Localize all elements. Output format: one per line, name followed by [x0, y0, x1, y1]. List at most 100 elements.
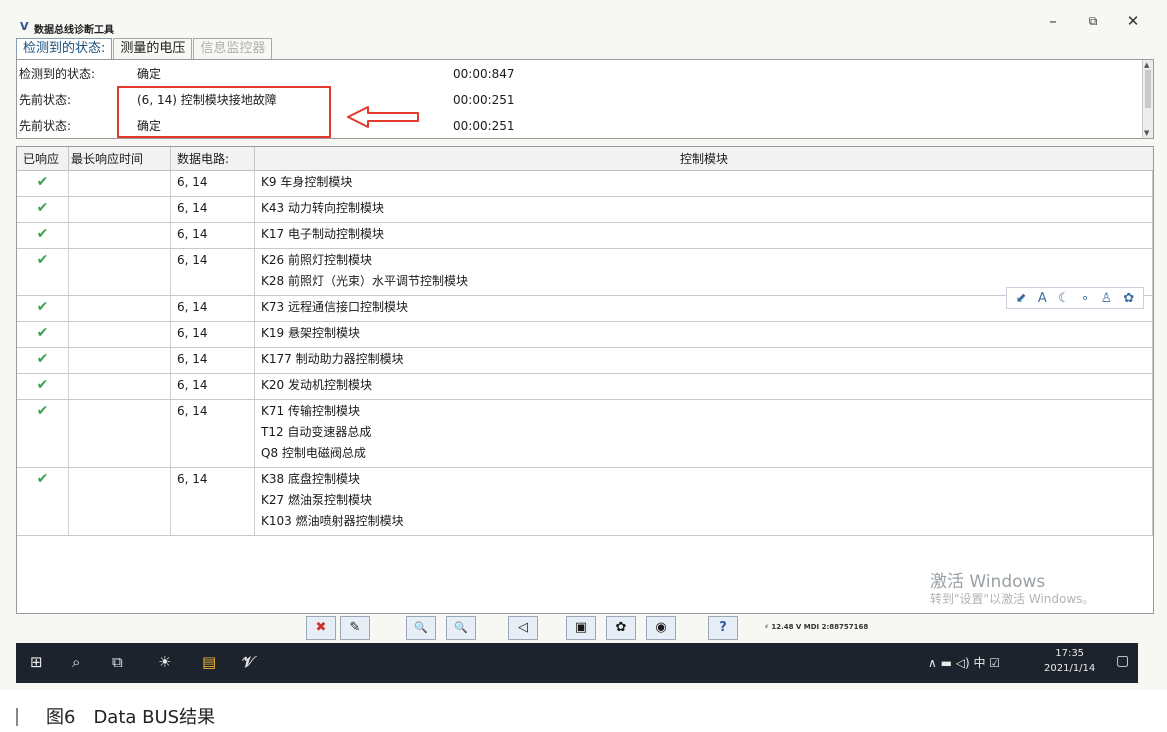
file-explorer-icon[interactable]: ▤: [202, 653, 216, 671]
moon-icon[interactable]: ☾: [1058, 291, 1070, 306]
responded-cell: ✔: [17, 348, 69, 373]
control-module-name: Q8 控制电磁阀总成: [261, 446, 366, 460]
table-row[interactable]: ✔ 6, 14 K43 动力转向控制模块: [17, 197, 1153, 223]
tab-detected-status[interactable]: 检测到的状态:: [16, 38, 113, 59]
scroll-down-icon[interactable]: ▼: [1144, 129, 1149, 137]
help-button[interactable]: ?: [708, 616, 738, 640]
scroll-up-icon[interactable]: ▲: [1144, 61, 1149, 69]
control-module-name: K38 底盘控制模块: [261, 472, 360, 486]
control-module-cell: K43 动力转向控制模块: [255, 197, 1153, 222]
data-circuit-value: 6, 14: [177, 227, 208, 241]
responded-cell: ✔: [17, 197, 69, 222]
camera-button[interactable]: ▣: [566, 616, 596, 640]
control-module-cell: K9 车身控制模块: [255, 171, 1153, 196]
check-icon: ✔: [36, 325, 49, 341]
data-circuit-cell: 6, 14: [171, 468, 255, 535]
minimize-button[interactable]: –: [1038, 10, 1068, 32]
header-responded[interactable]: 已响应: [17, 147, 69, 171]
control-module-cell: K38 底盘控制模块 K27 燃油泵控制模块 K103 燃油喷射器控制模块: [255, 468, 1153, 535]
data-circuit-value: 6, 14: [177, 201, 208, 215]
control-module-name: K177 制动助力器控制模块: [261, 352, 404, 366]
settings-icon[interactable]: ✿: [1123, 291, 1134, 306]
max-response-time-cell: [69, 468, 171, 535]
settings-button[interactable]: ✿: [606, 616, 636, 640]
tab-measured-voltage[interactable]: 测量的电压: [113, 38, 193, 59]
max-response-time-cell: [69, 322, 171, 347]
table-row[interactable]: ✔ 6, 14 K71 传输控制模块 T12 自动变速器总成 Q8 控制电磁阀总成: [17, 400, 1153, 468]
control-module-name: K103 燃油喷射器控制模块: [261, 514, 404, 528]
floating-mini-toolbar: ⬋ A ☾ ∘ ♙ ✿: [1006, 287, 1144, 309]
status-time: 00:00:251: [453, 93, 515, 107]
diagnostic-app-taskbar-icon[interactable]: 𝒱: [242, 653, 255, 671]
start-icon[interactable]: ⊞: [30, 653, 43, 671]
status-row: 检测到的状态: 确定 00:00:847: [17, 63, 1137, 85]
caption-bar: [16, 708, 18, 726]
control-module-cell: K71 传输控制模块 T12 自动变速器总成 Q8 控制电磁阀总成: [255, 400, 1153, 467]
status-value: 确定: [137, 67, 162, 81]
watermark-subtitle: 转到"设置"以激活 Windows。: [930, 592, 1095, 606]
control-module-name: K27 燃油泵控制模块: [261, 493, 372, 507]
header-control-module[interactable]: 控制模块: [255, 147, 1153, 171]
control-module-name: K43 动力转向控制模块: [261, 201, 384, 215]
responded-cell: ✔: [17, 296, 69, 321]
responded-cell: ✔: [17, 468, 69, 535]
connection-button[interactable]: ◉: [646, 616, 676, 640]
control-module-name: K71 传输控制模块: [261, 404, 360, 418]
status-scrollbar[interactable]: ▲ ▼: [1142, 60, 1153, 138]
status-label: 检测到的状态:: [19, 67, 96, 81]
close-button[interactable]: ✕: [1118, 10, 1148, 32]
clock[interactable]: 17:35 2021/1/14: [1044, 646, 1095, 676]
data-circuit-value: 6, 14: [177, 378, 208, 392]
sound-button[interactable]: ◁: [508, 616, 538, 640]
erase-button[interactable]: ✎: [340, 616, 370, 640]
zoom-out-button[interactable]: 🔍: [446, 616, 476, 640]
header-data-circuit[interactable]: 数据电路:: [171, 147, 255, 171]
data-circuit-cell: 6, 14: [171, 171, 255, 196]
user-icon[interactable]: ♙: [1100, 291, 1112, 306]
watermark-title: 激活 Windows: [930, 572, 1046, 592]
tab-bar: 检测到的状态: 测量的电压 信息监控器: [16, 38, 273, 59]
zoom-in-button[interactable]: 🔍: [406, 616, 436, 640]
control-module-cell: K177 制动助力器控制模块: [255, 348, 1153, 373]
table-row[interactable]: ✔ 6, 14 K17 电子制动控制模块: [17, 223, 1153, 249]
task-view-icon[interactable]: ⧉: [112, 653, 123, 671]
table-row[interactable]: ✔ 6, 14 K20 发动机控制模块: [17, 374, 1153, 400]
table-row[interactable]: ✔ 6, 14 K19 悬架控制模块: [17, 322, 1153, 348]
check-icon: ✔: [36, 200, 49, 216]
table-row[interactable]: ✔ 6, 14 K73 远程通信接口控制模块: [17, 296, 1153, 322]
tab-message-monitor[interactable]: 信息监控器: [193, 38, 273, 59]
max-response-time-cell: [69, 348, 171, 373]
font-icon[interactable]: A: [1038, 291, 1047, 306]
data-circuit-value: 6, 14: [177, 352, 208, 366]
activation-watermark: 激活 Windows 转到"设置"以激活 Windows。: [930, 572, 1094, 606]
table-row[interactable]: ✔ 6, 14 K9 车身控制模块: [17, 171, 1153, 197]
check-icon: ✔: [36, 174, 49, 190]
table-header: 已响应 最长响应时间 数据电路: 控制模块: [17, 147, 1153, 171]
dots-icon[interactable]: ∘: [1081, 291, 1089, 306]
max-response-time-cell: [69, 296, 171, 321]
table-row[interactable]: ✔ 6, 14 K177 制动助力器控制模块: [17, 348, 1153, 374]
control-module-cell: K17 电子制动控制模块: [255, 223, 1153, 248]
table-row[interactable]: ✔ 6, 14 K38 底盘控制模块 K27 燃油泵控制模块 K103 燃油喷射器控制模…: [17, 468, 1153, 536]
system-tray[interactable]: ∧ ▬ ◁) 中 ☑: [928, 654, 1000, 671]
pinned-app-icon[interactable]: ☀: [158, 653, 171, 671]
exit-button[interactable]: ✖: [306, 616, 336, 640]
data-circuit-value: 6, 14: [177, 404, 208, 418]
control-module-name: K19 悬架控制模块: [261, 326, 360, 340]
minimize-icon[interactable]: ⬋: [1016, 291, 1027, 306]
max-response-time-cell: [69, 223, 171, 248]
max-response-time-cell: [69, 400, 171, 467]
fault-highlight-box: [117, 86, 331, 138]
scroll-thumb[interactable]: [1145, 70, 1151, 108]
app-logo-icon: V: [20, 20, 29, 33]
responded-cell: ✔: [17, 400, 69, 467]
control-module-name: K20 发动机控制模块: [261, 378, 372, 392]
status-label: 先前状态:: [19, 119, 72, 133]
data-circuit-value: 6, 14: [177, 326, 208, 340]
table-row[interactable]: ✔ 6, 14 K26 前照灯控制模块 K28 前照灯（光束）水平调节控制模块: [17, 249, 1153, 296]
maximize-button[interactable]: ⧉: [1078, 10, 1108, 32]
notification-icon[interactable]: ▢: [1116, 653, 1129, 669]
search-icon[interactable]: ⌕: [72, 653, 80, 671]
annotation-arrow-icon: [347, 106, 419, 128]
header-max-response-time[interactable]: 最长响应时间: [69, 147, 171, 171]
